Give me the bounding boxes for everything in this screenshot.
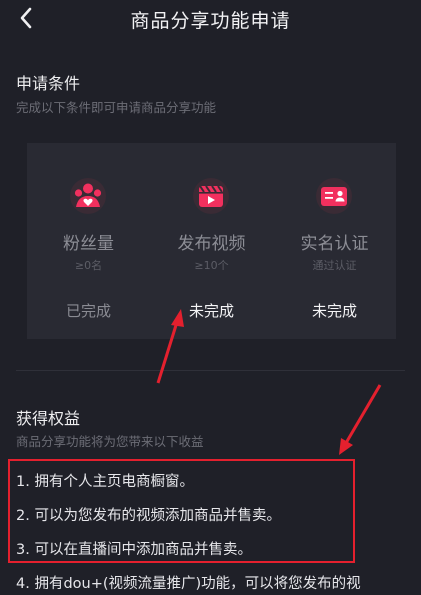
benefit-item: 1. 拥有个人主页电商橱窗。: [16, 474, 194, 490]
condition-name: 发布视频: [177, 234, 246, 254]
condition-verification: 实名认证 通过认证 未完成: [273, 143, 396, 339]
condition-status[interactable]: 未完成: [273, 300, 396, 321]
conditions-subtitle: 完成以下条件即可申请商品分享功能: [16, 100, 217, 115]
id-card-icon: [316, 178, 352, 214]
video-icon: [193, 178, 229, 214]
condition-name: 粉丝量: [63, 234, 114, 254]
fans-icon: [70, 178, 106, 214]
conditions-title: 申请条件: [16, 74, 81, 93]
benefits-title: 获得权益: [16, 409, 81, 428]
benefit-item: 3. 可以在直播间中添加商品并售卖。: [16, 542, 252, 558]
condition-requirement: ≥10个: [194, 259, 229, 272]
conditions-card: 粉丝量 ≥0名 已完成 发布视频 ≥10个 未完成 实名认证 通过认证 未完成: [27, 143, 396, 339]
condition-name: 实名认证: [300, 234, 369, 254]
nav-bar: 商品分享功能申请: [0, 0, 421, 38]
benefit-item: 2. 可以为您发布的视频添加商品并售卖。: [16, 508, 281, 524]
arrow-to-benefits: [339, 384, 382, 455]
condition-requirement: 通过认证: [312, 259, 357, 272]
benefits-subtitle: 商品分享功能将为您带来以下收益: [16, 434, 204, 449]
condition-fans: 粉丝量 ≥0名 已完成: [27, 143, 150, 339]
condition-status[interactable]: 未完成: [150, 300, 273, 321]
condition-videos: 发布视频 ≥10个 未完成: [150, 143, 273, 339]
condition-status: 已完成: [65, 302, 111, 320]
page-title: 商品分享功能申请: [130, 10, 291, 32]
section-divider: [16, 370, 405, 371]
condition-requirement: ≥0名: [74, 259, 103, 272]
benefit-item: 4. 拥有dou+(视频流量推广)功能，可以将您发布的视: [16, 576, 361, 592]
